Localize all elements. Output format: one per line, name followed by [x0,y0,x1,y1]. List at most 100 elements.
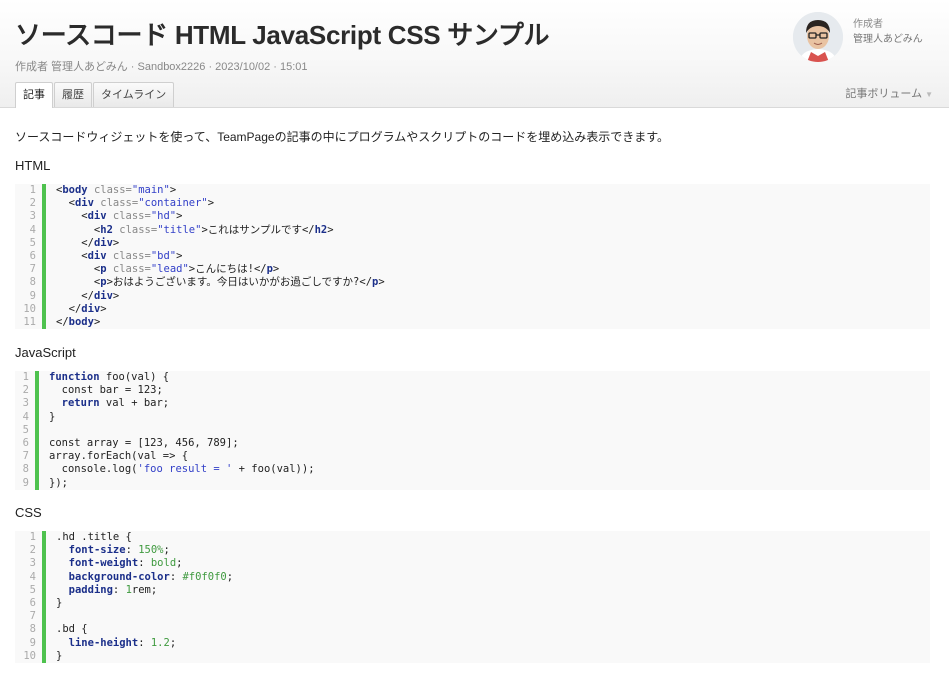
line-number: 5 [22,423,29,436]
line-number: 9 [29,289,36,302]
code-line: 2 const bar = 123; [15,384,930,398]
chevron-down-icon: ▼ [925,90,933,99]
line-number: 9 [29,636,36,649]
code-line: 7 <p class="lead">こんにちは!</p> [15,263,930,277]
tab-history[interactable]: 履歴 [54,82,92,107]
code-text: <div class="bd"> [56,249,183,262]
line-number: 7 [29,263,36,276]
code-text: } [49,410,56,423]
line-number: 3 [29,557,36,570]
code-line: 5 padding: 1rem; [15,583,930,597]
line-number: 5 [29,583,36,596]
code-text: }); [49,476,68,489]
line-number: 2 [29,544,36,557]
code-text: line-height: 1.2; [68,636,177,649]
line-number: 8 [22,463,29,476]
tab-timeline[interactable]: タイムライン [93,82,175,107]
code-line: 6 <div class="bd"> [15,249,930,264]
code-text: <h2 class="title">これはサンプルです</h2> [56,223,334,236]
code-text: <div class="container"> [56,197,215,210]
code-text: padding: 1rem; [68,583,158,596]
code-line: 3 font-weight: bold; [15,557,930,571]
line-number: 2 [29,197,36,210]
line-number: 1 [29,531,36,543]
code-line: 5 [15,423,930,437]
line-number: 10 [23,649,36,662]
code-line: 5 </div> [15,236,930,250]
css-code-block: 1 .hd .title {2 font-size: 150%; 3 font-we… [15,531,930,663]
code-line: 4 <h2 class="title">これはサンプルです</h2> [15,223,930,237]
intro-text: ソースコードウィジェットを使って、TeamPageの記事の中にプログラムやスクリ… [15,130,670,144]
code-line: 8 <p>おはようございます。今日はいかがお過ごしですか?</p> [15,276,930,290]
code-line: 2 <div class="container"> [15,197,930,211]
code-line: 6 const array = [123, 456, 789]; [15,436,930,451]
code-text: } [56,596,63,609]
code-line: 3 return val + bar; [15,397,930,411]
code-text: <div class="hd"> [56,210,183,223]
avatar-image [793,12,843,62]
code-line: 4} [15,410,930,424]
code-line: 6} [15,596,930,611]
line-number: 4 [29,570,36,583]
html-code-block: 1 <body class="main"> 2 <div class="contai… [15,184,930,330]
line-number: 1 [29,184,36,196]
code-text: console.log('foo result = ' + foo(val)); [49,463,315,476]
section-label-html: HTML [15,158,51,173]
page-title: ソースコード HTML JavaScript CSS サンプル [15,20,550,50]
code-text: </body> [56,315,101,328]
article-tabs: 記事 履歴 タイムライン [15,82,175,108]
article-volume-menu[interactable]: 記事ボリューム ▼ [845,85,933,101]
code-text: const bar = 123; [49,384,163,397]
code-text: </div> [56,289,120,302]
line-number: 5 [29,236,36,249]
code-text: .hd .title { [56,531,132,543]
code-text: </div> [56,236,120,249]
line-number: 1 [22,371,29,383]
article-meta: 作成者 管理人あどみん · Sandbox2226 · 2023/10/02 ·… [15,61,308,73]
line-number: 11 [23,315,36,328]
code-line: 9}); [15,476,930,490]
code-line: 10 </div> [15,302,930,316]
author-name[interactable]: 管理人あどみん [853,30,923,45]
code-text: <p class="lead">こんにちは!</p> [56,263,280,276]
code-text: <body class="main"> [56,184,177,196]
line-number: 3 [22,397,29,410]
code-text: .bd { [56,623,88,636]
code-text: <p>おはようございます。今日はいかがお過ごしですか?</p> [56,276,385,289]
code-line: 7 array.forEach(val => { [15,450,930,464]
line-number: 7 [29,610,36,623]
section-label-javascript: JavaScript [15,345,76,360]
article-header: ソースコード HTML JavaScript CSS サンプル 作成者 管理人あ… [0,0,949,108]
line-number: 8 [29,623,36,636]
tab-article[interactable]: 記事 [15,82,53,108]
avatar[interactable] [793,12,843,62]
code-text: array.forEach(val => { [49,450,189,463]
code-line: 7 [15,610,930,624]
article-volume-label: 記事ボリューム [845,88,923,100]
code-line: 2 font-size: 150%; [15,544,930,558]
line-number: 4 [29,223,36,236]
code-line: 8 console.log('foo result = ' + foo(val)… [15,463,930,477]
code-line: 9 </div> [15,289,930,303]
code-line: 1 function foo(val) { [15,371,930,385]
line-number: 7 [22,450,29,463]
code-text: return val + bar; [61,397,170,410]
code-text: font-weight: bold; [68,557,183,570]
code-line: 11 </body> [15,315,930,330]
code-text: function foo(val) { [49,371,170,383]
line-number: 2 [22,384,29,397]
code-line: 4 background-color: #f0f0f0; [15,570,930,584]
code-line: 1 .hd .title { [15,531,930,545]
code-line: 9 line-height: 1.2; [15,636,930,650]
code-text: const array = [123, 456, 789]; [49,436,239,449]
line-number: 6 [29,249,36,262]
line-number: 6 [29,596,36,609]
javascript-code-block: 1 function foo(val) {2 const bar = 123; 3 … [15,371,930,490]
code-line: 1 <body class="main"> [15,184,930,198]
code-text: } [56,649,63,662]
code-text: </div> [56,302,107,315]
line-number: 8 [29,276,36,289]
code-line: 8 .bd { [15,623,930,637]
